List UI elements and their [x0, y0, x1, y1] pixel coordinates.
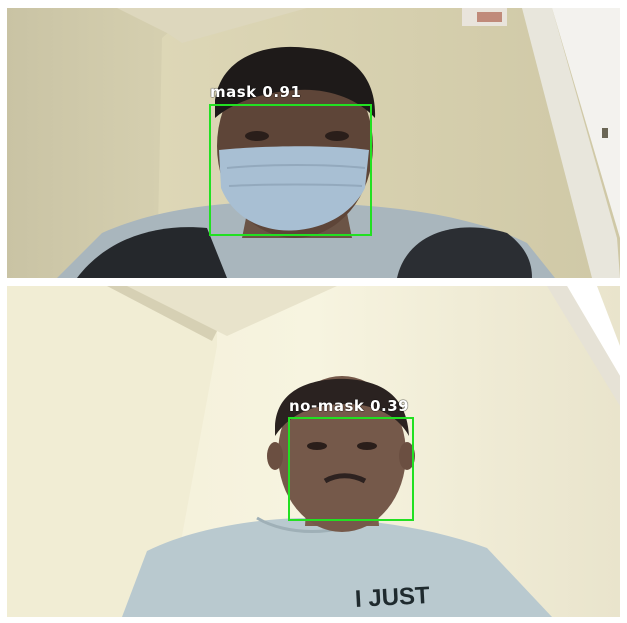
mask-detection-box	[209, 104, 372, 236]
no-mask-detection-label: no-mask 0.39	[289, 397, 410, 415]
mask-detection-label: mask 0.91	[210, 83, 302, 101]
webcam-frame-bottom: no-mask 0.39 I JUST	[7, 286, 620, 617]
shirt-print-text: I JUST	[354, 582, 431, 613]
webcam-frame-top: mask 0.91	[7, 8, 620, 278]
no-mask-detection-box	[288, 417, 414, 521]
